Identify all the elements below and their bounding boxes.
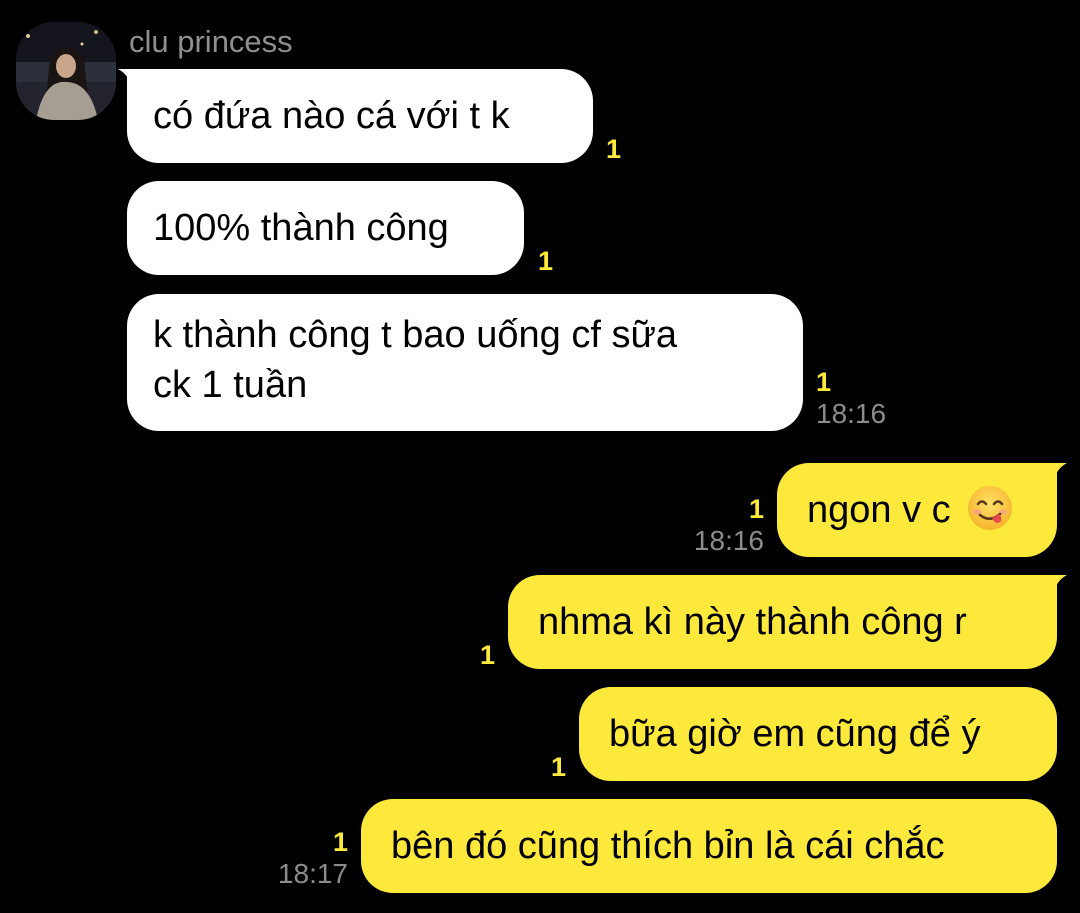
unread-count: 1: [332, 827, 348, 857]
message-time: 18:16: [816, 398, 887, 429]
message-meta: 1: [538, 245, 553, 277]
message-text-line-2: ck 1 tuần: [153, 364, 308, 406]
message-text: bữa giờ em cũng để ý: [609, 713, 981, 755]
message-time: 18:16: [693, 525, 764, 556]
message-meta: 1 18:16: [690, 493, 764, 557]
avatar[interactable]: [16, 22, 116, 120]
unread-count: 1: [748, 494, 764, 524]
incoming-message[interactable]: có đứa nào cá với t k: [118, 69, 593, 163]
bubble-tail-icon: [1047, 463, 1067, 485]
message-text: bên đó cũng thích bỉn là cái chắc: [391, 825, 945, 867]
incoming-message[interactable]: k thành công t bao uống cf sữa ck 1 tuần: [127, 294, 803, 431]
unread-count: 1: [538, 246, 554, 276]
message-meta: 1: [551, 751, 566, 783]
sender-name: clu princess: [129, 24, 293, 59]
bubble-tail-icon: [1047, 575, 1067, 597]
avatar-photo-icon: [16, 22, 116, 120]
incoming-message[interactable]: 100% thành công: [127, 181, 524, 275]
outgoing-message[interactable]: bên đó cũng thích bỉn là cái chắc: [361, 799, 1057, 893]
outgoing-message[interactable]: ngon v c: [777, 463, 1067, 557]
message-text-line-1: k thành công t bao uống cf sữa: [153, 314, 678, 356]
message-text: nhma kì này thành công r: [538, 601, 967, 643]
chat-view: clu princess có đứa nào cá với t k 1 100…: [0, 0, 1080, 913]
message-meta: 1 18:17: [272, 826, 348, 890]
bubble-tail-icon: [118, 69, 138, 91]
outgoing-message[interactable]: nhma kì này thành công r: [508, 575, 1067, 669]
message-text: 100% thành công: [153, 207, 449, 249]
unread-count: 1: [816, 367, 832, 397]
unread-count: 1: [606, 134, 622, 164]
message-meta: 1: [480, 639, 495, 671]
unread-count: 1: [480, 640, 496, 670]
message-text: có đứa nào cá với t k: [153, 95, 510, 137]
message-meta: 1 18:16: [816, 366, 886, 430]
message-meta: 1: [606, 133, 621, 165]
message-text: ngon v c: [807, 489, 951, 531]
message-time: 18:17: [277, 858, 348, 889]
unread-count: 1: [551, 752, 567, 782]
outgoing-message[interactable]: bữa giờ em cũng để ý: [579, 687, 1057, 781]
yum-face-emoji-icon: [968, 486, 1013, 530]
